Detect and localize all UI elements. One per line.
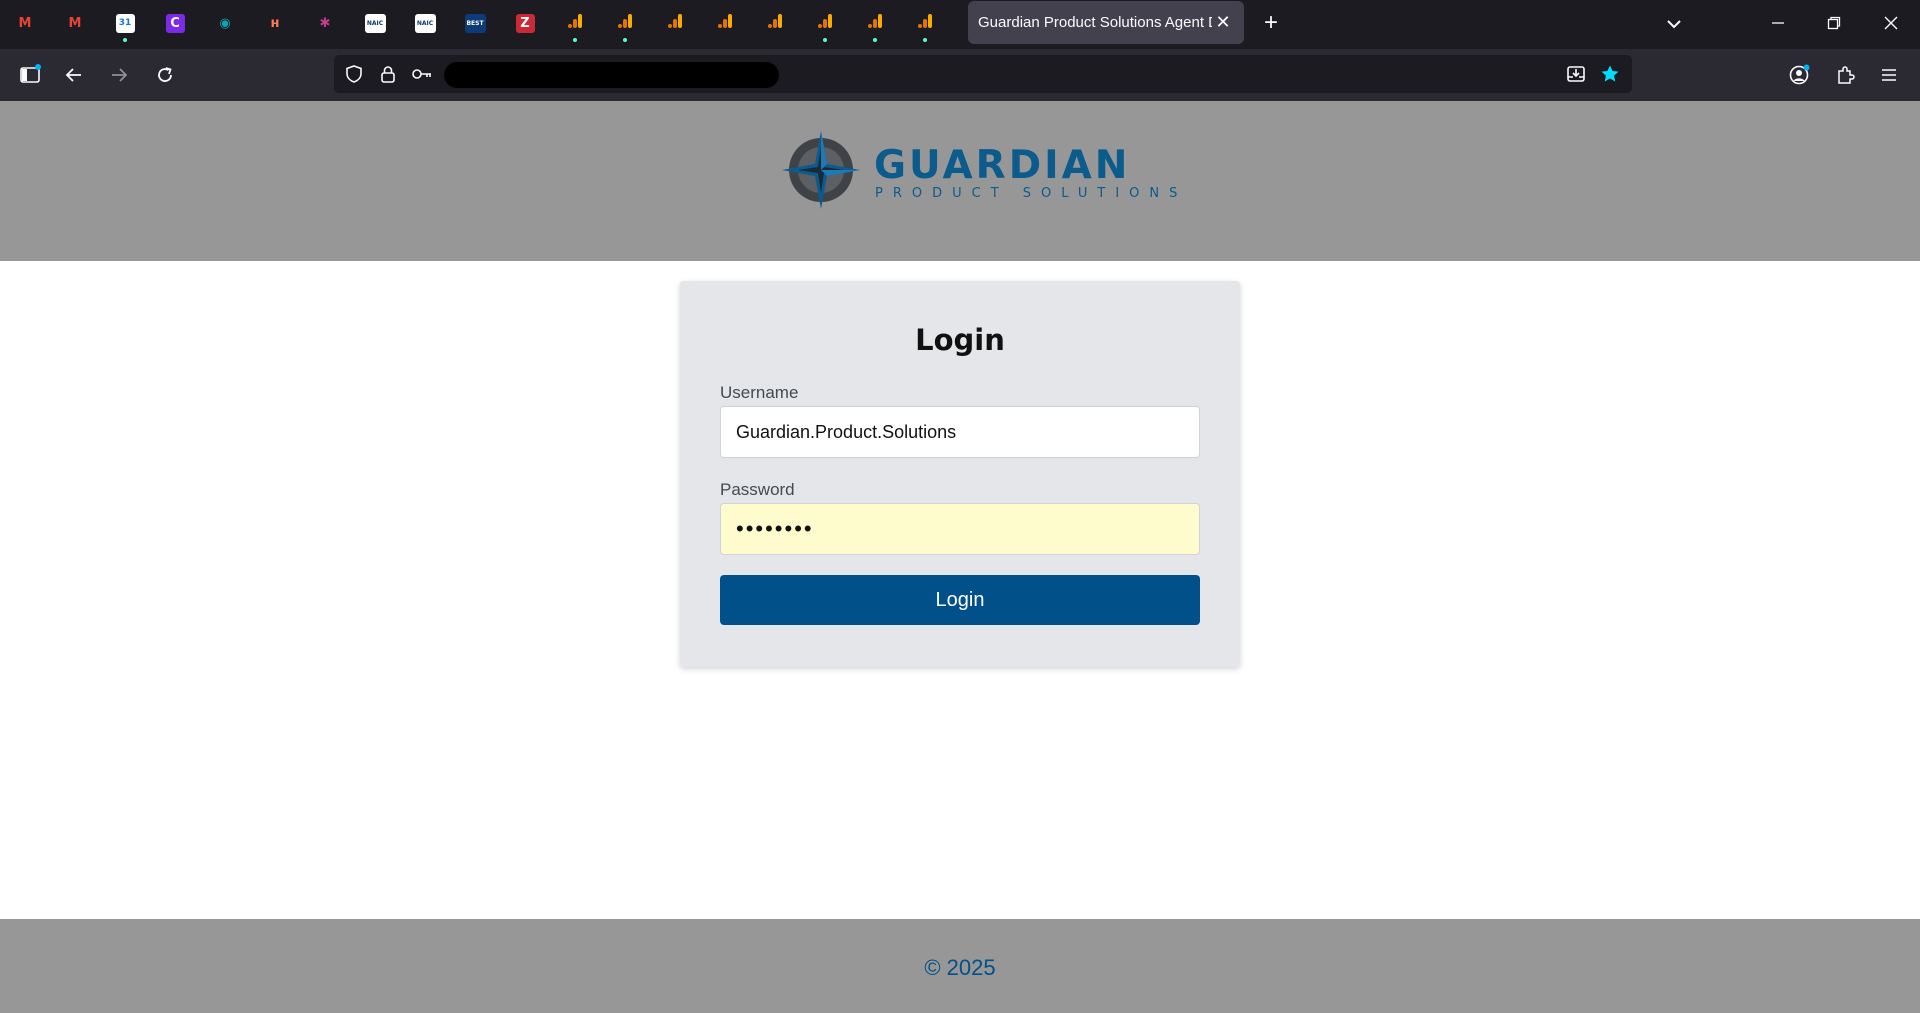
active-tab[interactable]: Guardian Product Solutions Agent D ✕ bbox=[968, 1, 1244, 44]
pinned-tab[interactable]: M bbox=[62, 10, 88, 36]
download-tray-icon bbox=[1567, 66, 1585, 82]
restore-button[interactable] bbox=[1814, 8, 1854, 38]
browser-nav-bar bbox=[0, 49, 1920, 101]
save-to-pocket-button[interactable] bbox=[1565, 63, 1587, 85]
tab-activity-dot bbox=[873, 38, 877, 42]
naic-icon: NAIC bbox=[364, 13, 386, 33]
pinned-tab[interactable]: 31 bbox=[112, 10, 138, 42]
compass-star-icon bbox=[782, 131, 860, 209]
minimize-icon bbox=[1772, 22, 1784, 24]
puzzle-icon bbox=[1838, 66, 1855, 84]
bookmark-star-button[interactable] bbox=[1599, 63, 1621, 85]
pinwheel-icon: ✱ bbox=[319, 15, 331, 31]
analytics-icon bbox=[866, 12, 884, 35]
pinned-tab[interactable] bbox=[912, 10, 938, 42]
star-icon bbox=[1601, 65, 1619, 82]
close-window-button[interactable] bbox=[1871, 8, 1911, 38]
username-label: Username bbox=[720, 383, 799, 402]
tab-activity-dot bbox=[573, 38, 577, 42]
globe-icon: ◉ bbox=[219, 15, 231, 31]
site-footer: © 2025 bbox=[0, 919, 1920, 1013]
gmail-icon: M bbox=[18, 15, 32, 31]
reload-button[interactable] bbox=[149, 59, 181, 91]
sidebar-icon bbox=[20, 64, 41, 83]
calendar-icon: 31 bbox=[115, 13, 135, 33]
analytics-icon bbox=[766, 12, 784, 35]
back-button[interactable] bbox=[58, 59, 90, 91]
saved-logins-icon[interactable] bbox=[411, 63, 433, 85]
pinned-tab[interactable]: ʜ bbox=[262, 10, 288, 36]
extensions-button[interactable] bbox=[1829, 59, 1861, 91]
pinned-tab[interactable]: M bbox=[12, 10, 38, 36]
pinned-tab[interactable] bbox=[662, 10, 688, 36]
login-heading: Login bbox=[915, 323, 1005, 357]
login-card: Login Username Password Login bbox=[680, 281, 1240, 667]
pinned-tab[interactable]: Z bbox=[512, 10, 538, 36]
analytics-icon bbox=[916, 12, 934, 35]
username-input[interactable] bbox=[720, 406, 1200, 458]
pinned-tab[interactable] bbox=[712, 10, 738, 36]
active-tab-title: Guardian Product Solutions Agent D bbox=[978, 14, 1212, 31]
login-button[interactable]: Login bbox=[720, 575, 1200, 625]
new-tab-button[interactable]: + bbox=[1256, 10, 1286, 38]
logo-subtitle-text: PRODUCT SOLUTIONS bbox=[875, 186, 1188, 201]
browser-tab-strip: M M 31 C ◉ ʜ ✱ NAIC NAIC BEST Z Guardian Product S… bbox=[0, 0, 1920, 49]
password-label: Password bbox=[720, 480, 795, 499]
analytics-icon bbox=[666, 12, 684, 35]
hamburger-icon bbox=[1882, 69, 1896, 81]
copyright-text: © 2025 bbox=[924, 955, 996, 980]
key-icon bbox=[412, 69, 431, 79]
pinned-tab[interactable]: ✱ bbox=[312, 10, 338, 36]
logo-brand-text: GUARDIAN bbox=[874, 143, 1131, 188]
forward-arrow-icon bbox=[112, 68, 128, 82]
account-icon bbox=[1789, 64, 1810, 85]
forward-button[interactable] bbox=[103, 59, 135, 91]
pinned-tab[interactable] bbox=[612, 10, 638, 42]
pinned-tab[interactable] bbox=[862, 10, 888, 42]
tracking-protection-icon[interactable] bbox=[343, 63, 365, 85]
app-menu-button[interactable] bbox=[1873, 59, 1905, 91]
naic-icon: NAIC bbox=[414, 13, 436, 33]
chevron-down-icon bbox=[1667, 20, 1681, 29]
pinned-tab[interactable] bbox=[762, 10, 788, 36]
account-button[interactable] bbox=[1783, 59, 1815, 91]
back-arrow-icon bbox=[65, 68, 81, 82]
pinned-tab[interactable] bbox=[562, 10, 588, 42]
analytics-icon bbox=[816, 12, 834, 35]
minimize-button[interactable] bbox=[1758, 8, 1798, 38]
shield-icon bbox=[346, 65, 362, 83]
restore-icon bbox=[1827, 16, 1841, 30]
lock-icon bbox=[381, 66, 395, 83]
pinned-tab[interactable]: BEST bbox=[462, 10, 488, 36]
url-bar[interactable] bbox=[334, 55, 1632, 93]
pinned-tab[interactable]: NAIC bbox=[362, 10, 388, 36]
tab-activity-dot bbox=[623, 38, 627, 42]
sidebar-toggle-button[interactable] bbox=[14, 59, 46, 91]
canva-icon: C bbox=[165, 13, 185, 33]
redacted-url bbox=[444, 62, 779, 88]
close-tab-icon[interactable]: ✕ bbox=[1212, 12, 1234, 33]
pinned-tab[interactable]: ◉ bbox=[212, 10, 238, 36]
gmail-icon: M bbox=[68, 15, 82, 31]
password-input[interactable] bbox=[720, 503, 1200, 555]
analytics-icon bbox=[716, 12, 734, 35]
site-security-icon[interactable] bbox=[377, 63, 399, 85]
pinned-tab[interactable] bbox=[812, 10, 838, 42]
hubspot-icon: ʜ bbox=[270, 15, 280, 31]
close-icon bbox=[1884, 16, 1898, 30]
zotero-icon: Z bbox=[515, 13, 535, 33]
site-header: GUARDIAN PRODUCT SOLUTIONS bbox=[0, 101, 1920, 261]
pinned-tab[interactable]: C bbox=[162, 10, 188, 36]
tab-list-button[interactable] bbox=[1660, 12, 1688, 36]
analytics-icon bbox=[616, 12, 634, 35]
tab-activity-dot bbox=[823, 38, 827, 42]
tab-activity-dot bbox=[123, 38, 127, 42]
am-best-icon: BEST bbox=[464, 13, 486, 33]
pinned-tab[interactable]: NAIC bbox=[412, 10, 438, 36]
tab-activity-dot bbox=[923, 38, 927, 42]
guardian-logo: GUARDIAN PRODUCT SOLUTIONS bbox=[780, 129, 1177, 211]
analytics-icon bbox=[566, 12, 584, 35]
reload-icon bbox=[158, 67, 172, 82]
